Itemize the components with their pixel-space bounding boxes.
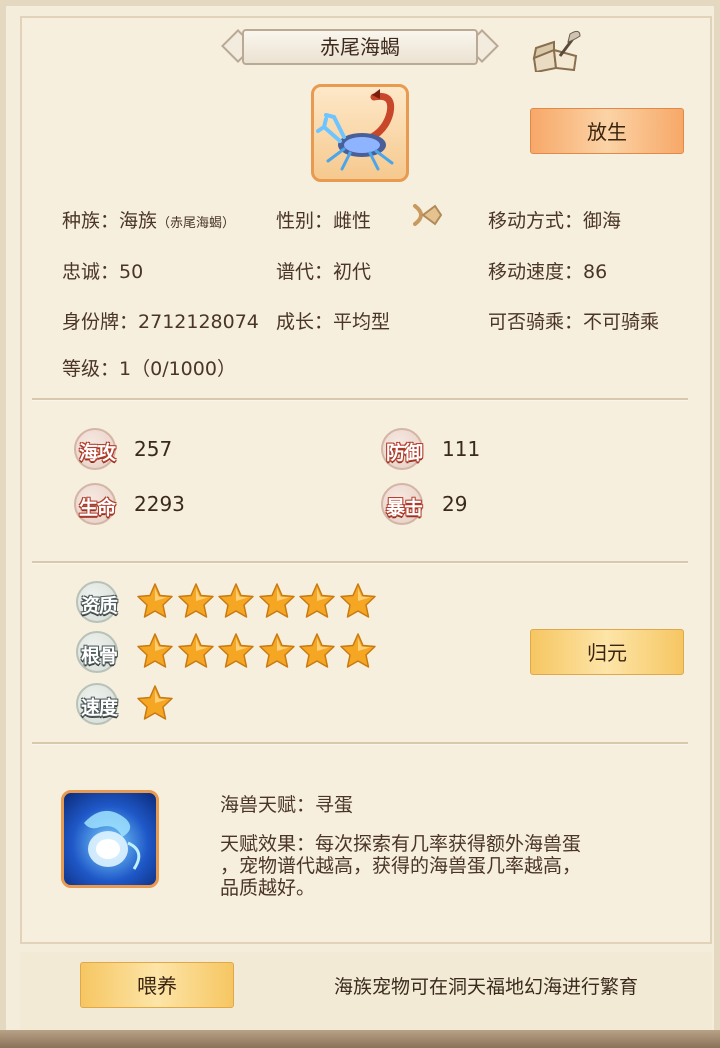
growth-field: 成长：平均型 [276, 307, 390, 334]
release-button[interactable]: 放生 [530, 108, 684, 154]
move-mode-field: 移动方式：御海 [488, 206, 621, 233]
reset-button[interactable]: 归元 [530, 629, 684, 675]
move-speed-field: 移动速度：86 [488, 257, 607, 284]
defense-value: 111 [442, 437, 481, 461]
book-quill-icon[interactable] [530, 28, 582, 72]
generation-label: 谱代： [276, 261, 334, 283]
growth-value: 平均型 [333, 311, 391, 333]
id-label: 身份牌： [62, 311, 139, 333]
star-icon [218, 583, 254, 618]
skill-name: 海兽天赋：寻蛋 [220, 794, 354, 816]
star-icon [258, 633, 295, 668]
crit-label: 暴击 [385, 497, 423, 519]
star-icon [137, 583, 173, 618]
title-plate: 赤尾海蝎 [218, 26, 502, 68]
crit-value: 29 [442, 492, 468, 516]
loyalty-field: 忠诚：50 [62, 257, 143, 284]
crit-badge: 暴击 [381, 483, 423, 525]
race-field: 种族：海族（赤尾海蝎） [62, 206, 235, 233]
move-mode-label: 移动方式： [488, 210, 584, 232]
panel-bottom-edge [0, 1030, 720, 1048]
level-field: 等级：1（0/1000） [62, 354, 236, 381]
move-mode-value: 御海 [583, 210, 622, 232]
pet-portrait [311, 84, 409, 182]
skill-description: 天赋效果：每次探索有几率获得额外海兽蛋 ，宠物谱代越高，获得的海兽蛋几率越高， … [220, 833, 582, 899]
move-speed-value: 86 [583, 261, 608, 283]
scorpion-portrait [316, 89, 395, 171]
defense-badge: 防御 [381, 428, 423, 470]
divider [32, 561, 688, 564]
gender-field: 性别：雌性 [276, 206, 371, 233]
defense-label: 防御 [385, 442, 423, 464]
generation-value: 初代 [333, 261, 372, 283]
pet-name-title: 赤尾海蝎 [320, 35, 400, 59]
divider [32, 398, 688, 401]
growth-label: 成长： [276, 311, 334, 333]
gender-label: 性别： [276, 210, 334, 232]
feed-button[interactable]: 喂养 [80, 962, 234, 1008]
race-label: 种族： [62, 210, 120, 232]
attack-badge: 海攻 [74, 428, 116, 470]
divider [32, 742, 688, 745]
hp-value: 2293 [134, 492, 185, 516]
quality-label: 资质 [80, 595, 118, 617]
speed-label: 速度 [80, 697, 118, 719]
egg-skill-art [84, 810, 141, 870]
generation-field: 谱代：初代 [276, 257, 371, 284]
gender-value: 雌性 [333, 210, 372, 232]
bone-badge: 根骨 [76, 631, 118, 673]
loyalty-value: 50 [119, 261, 144, 283]
attack-value: 257 [134, 437, 173, 461]
egg-skill-icon[interactable] [61, 790, 159, 888]
breeding-hint: 海族宠物可在洞天福地幻海进行繁育 [334, 976, 639, 998]
star-icon [339, 633, 376, 668]
move-speed-label: 移动速度： [488, 261, 584, 283]
star-icon [218, 633, 254, 668]
star-icon [299, 633, 335, 668]
race-sub: （赤尾海蝎） [157, 216, 236, 231]
hp-badge: 生命 [74, 483, 116, 525]
star-icon [137, 685, 173, 720]
attack-label: 海攻 [78, 442, 116, 464]
id-value: 2712128074 [138, 311, 259, 333]
level-label: 等级： [62, 358, 120, 380]
star-icon [137, 633, 173, 668]
speed-badge: 速度 [76, 683, 118, 725]
arrow-icon[interactable] [411, 200, 445, 230]
ride-label: 可否骑乘： [488, 311, 584, 333]
loyalty-label: 忠诚： [62, 261, 120, 283]
race-value: 海族 [119, 210, 158, 232]
star-icon [299, 583, 335, 618]
id-field: 身份牌：2712128074 [62, 307, 259, 334]
level-value: 1（0/1000） [119, 358, 236, 380]
star-icon [258, 583, 295, 618]
ride-field: 可否骑乘：不可骑乘 [488, 307, 659, 334]
quality-badge: 资质 [76, 581, 118, 623]
star-icon [339, 583, 376, 618]
hp-label: 生命 [78, 497, 116, 519]
bone-label: 根骨 [80, 645, 118, 667]
ride-value: 不可骑乘 [583, 311, 660, 333]
star-icon [177, 633, 214, 668]
star-icon [177, 583, 214, 618]
